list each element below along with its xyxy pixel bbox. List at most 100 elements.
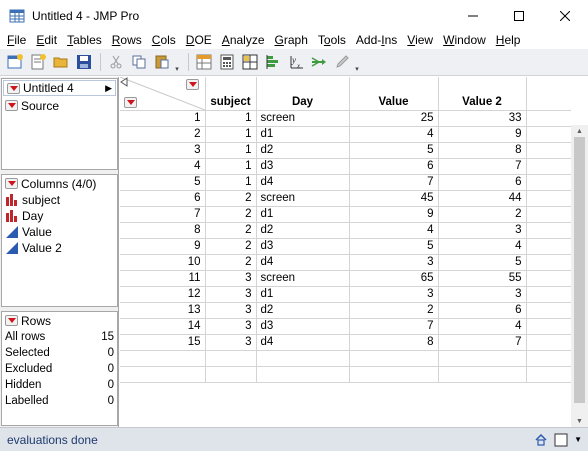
table-row[interactable]: 13 3 d2 2 6 [120,302,571,319]
menu-tools[interactable]: Tools [313,31,351,49]
cell-value[interactable]: 7 [349,318,439,335]
cut-icon[interactable] [105,51,127,73]
grid-corner[interactable] [120,77,206,111]
cell-value[interactable]: 3 [349,254,439,271]
menu-graph[interactable]: Graph [270,31,313,49]
row-number[interactable]: 15 [120,334,206,351]
cell-subject[interactable]: 1 [205,126,257,143]
source-red-triangle-icon[interactable] [5,100,18,111]
rows-summary-item[interactable]: Excluded 0 [2,361,117,377]
rows-summary-item[interactable]: Selected 0 [2,345,117,361]
cell-day[interactable]: d1 [256,126,350,143]
cell-day[interactable]: d1 [256,286,350,303]
row-number[interactable]: 8 [120,222,206,239]
cell-day[interactable]: d4 [256,174,350,191]
cell-value-2[interactable]: 2 [438,206,527,223]
cell-value[interactable]: 7 [349,174,439,191]
table-row[interactable]: 4 1 d3 6 7 [120,158,571,175]
row-number[interactable]: 6 [120,190,206,207]
menu-file[interactable]: File [2,31,31,49]
cell-subject[interactable]: 2 [205,222,257,239]
status-dropdown-icon[interactable]: ▼ [574,435,582,444]
row-number[interactable]: 7 [120,206,206,223]
row-number[interactable]: 11 [120,270,206,287]
cell-value[interactable]: 8 [349,334,439,351]
cell-value-2[interactable]: 7 [438,334,527,351]
cell-subject[interactable]: 3 [205,286,257,303]
vertical-scrollbar[interactable]: ▲ ▼ [571,125,588,427]
menu-cols[interactable]: Cols [147,31,181,49]
rows-panel-header[interactable]: Rows [2,312,117,329]
menu-rows[interactable]: Rows [107,31,147,49]
menu-tables[interactable]: Tables [62,31,107,49]
cell-value[interactable]: 2 [349,302,439,319]
window-layout-icon[interactable] [554,433,568,447]
menu-view[interactable]: View [402,31,438,49]
menu-doe[interactable]: DOE [181,31,217,49]
column-header-subject[interactable]: subject [205,77,257,111]
table-row[interactable]: 12 3 d1 3 3 [120,286,571,303]
menu-edit[interactable]: Edit [31,31,62,49]
row-number[interactable]: 2 [120,126,206,143]
cell-value[interactable]: 65 [349,270,439,287]
cell-subject[interactable]: 1 [205,174,257,191]
minimize-button[interactable] [450,0,496,31]
cell-value[interactable]: 4 [349,222,439,239]
table-row[interactable]: 14 3 d3 7 4 [120,318,571,335]
scroll-down-icon[interactable]: ▼ [571,415,588,427]
cell-value-2[interactable]: 3 [438,222,527,239]
cell-value-2[interactable]: 4 [438,318,527,335]
cell-value[interactable]: 9 [349,206,439,223]
cell-day[interactable]: screen [256,110,350,127]
table-row[interactable]: 11 3 screen 65 55 [120,270,571,287]
cell-subject[interactable]: 1 [205,158,257,175]
cell-subject[interactable]: 3 [205,318,257,335]
row-number[interactable]: 9 [120,238,206,255]
cell-value-2[interactable]: 9 [438,126,527,143]
source-row[interactable]: Source [2,97,117,114]
cell-day[interactable]: screen [256,190,350,207]
table-row[interactable]: 3 1 d2 5 8 [120,142,571,159]
column-header-value-2[interactable]: Value 2 [438,77,527,111]
cell-value[interactable]: 45 [349,190,439,207]
rows-summary-item[interactable]: Hidden 0 [2,377,117,393]
row-number[interactable]: 5 [120,174,206,191]
columns-panel-header[interactable]: Columns (4/0) [2,175,117,192]
menu-analyze[interactable]: Analyze [217,31,270,49]
menu-window[interactable]: Window [438,31,491,49]
cell-value-2[interactable]: 33 [438,110,527,127]
column-header-day[interactable]: Day [256,77,350,111]
cell-value-2[interactable]: 5 [438,254,527,271]
cell-subject[interactable]: 2 [205,254,257,271]
calculator-icon[interactable] [216,51,238,73]
table-row[interactable]: 15 3 d4 8 7 [120,334,571,351]
cell-value-2[interactable]: 8 [438,142,527,159]
cell-subject[interactable]: 1 [205,110,257,127]
table-red-triangle-icon[interactable] [7,82,20,94]
cell-value[interactable]: 4 [349,126,439,143]
distribution-bars-icon[interactable] [262,51,284,73]
column-header-value[interactable]: Value [349,77,439,111]
data-table-view-icon[interactable] [193,51,215,73]
copy-icon[interactable] [128,51,150,73]
rows-red-triangle-icon[interactable] [5,315,18,326]
cell-value-2[interactable]: 3 [438,286,527,303]
rows-summary-item[interactable]: Labelled 0 [2,393,117,409]
cell-subject[interactable]: 2 [205,190,257,207]
table-row[interactable]: 7 2 d1 9 2 [120,206,571,223]
rows-summary-item[interactable]: All rows 15 [2,329,117,345]
save-icon[interactable] [73,51,95,73]
cell-day[interactable]: d1 [256,206,350,223]
cell-day[interactable]: d3 [256,238,350,255]
paste-icon[interactable] [151,51,173,73]
row-number[interactable]: 14 [120,318,206,335]
cell-subject[interactable]: 3 [205,270,257,287]
new-script-icon[interactable] [27,51,49,73]
row-number[interactable]: 10 [120,254,206,271]
home-icon[interactable] [534,433,548,447]
cell-subject[interactable]: 1 [205,142,257,159]
menu-add-ins[interactable]: Add-Ins [351,31,402,49]
cell-subject[interactable]: 2 [205,206,257,223]
table-row[interactable]: 1 1 screen 25 33 [120,110,571,127]
table-row[interactable]: 9 2 d3 5 4 [120,238,571,255]
